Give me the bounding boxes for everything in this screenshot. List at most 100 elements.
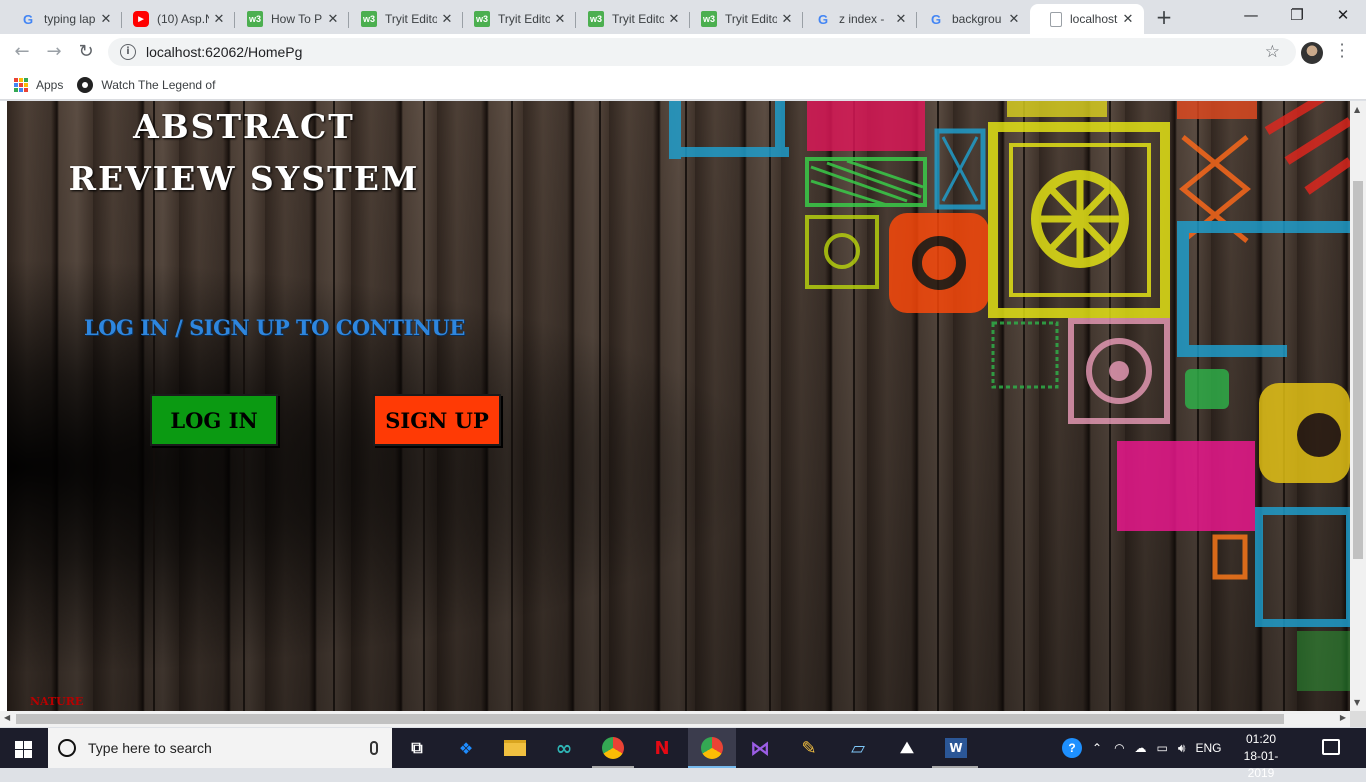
close-tab-icon[interactable]: ✕: [550, 11, 570, 27]
paint-icon[interactable]: ✎: [797, 736, 821, 760]
scroll-left-icon[interactable]: ◀: [4, 713, 10, 722]
clock-date: 18-01-2019: [1243, 749, 1279, 780]
w3schools-icon: w3: [588, 11, 604, 27]
scroll-up-icon[interactable]: ▲: [1354, 105, 1360, 114]
vertical-scroll-thumb[interactable]: [1353, 181, 1363, 559]
cortana-icon: [58, 739, 76, 757]
tab-title: (10) Asp.N: [157, 12, 209, 26]
address-bar[interactable]: i localhost:62062/HomePg ☆: [108, 38, 1296, 66]
bookmark-star-icon[interactable]: ☆: [1265, 42, 1280, 62]
tab-8[interactable]: G backgrou ✕: [908, 4, 1030, 34]
chrome-icon[interactable]: [700, 736, 724, 760]
close-tab-icon[interactable]: ✕: [209, 11, 229, 27]
notepad-icon[interactable]: ▱: [846, 736, 870, 760]
tab-title: How To P: [271, 12, 323, 26]
footer-text: NATURE: [30, 695, 84, 708]
cloud-icon[interactable]: ☁: [1135, 741, 1147, 755]
taskbar-search-placeholder: Type here to search: [88, 740, 212, 756]
word-icon[interactable]: W: [944, 736, 968, 760]
forward-button[interactable]: →: [42, 41, 66, 63]
chrome-icon[interactable]: [601, 736, 625, 760]
back-button[interactable]: ←: [10, 41, 34, 63]
reload-button[interactable]: ↻: [74, 41, 98, 63]
tab-7[interactable]: G z index - ✕: [795, 4, 917, 34]
bookmark-label: Watch The Legend of: [101, 77, 216, 92]
horizontal-scrollbar[interactable]: ◀ ▶: [0, 711, 1350, 727]
netflix-icon[interactable]: N: [650, 736, 674, 760]
microphone-icon[interactable]: [370, 741, 378, 755]
close-window-button[interactable]: ✕: [1320, 0, 1366, 32]
tab-title: Tryit Edito: [725, 12, 777, 26]
youtube-icon: ▶: [133, 11, 149, 27]
tab-2[interactable]: w3 How To P ✕: [227, 4, 349, 34]
minimize-button[interactable]: —: [1228, 0, 1274, 32]
reload-icon: ↻: [78, 41, 94, 62]
maximize-button[interactable]: ❐: [1274, 0, 1320, 32]
clock-time: 01:20: [1245, 732, 1277, 746]
google-icon: G: [930, 11, 942, 27]
visual-studio-icon[interactable]: ⋈: [748, 736, 772, 760]
w3schools-icon: w3: [361, 11, 377, 27]
tab-strip: G typing lap ✕ ▶ (10) Asp.N ✕ w3 How To …: [0, 0, 1366, 34]
signup-button[interactable]: SIGN UP: [373, 394, 501, 446]
scroll-down-icon[interactable]: ▼: [1354, 698, 1360, 707]
language-indicator[interactable]: ENG: [1195, 741, 1221, 755]
help-icon[interactable]: ?: [1062, 738, 1082, 758]
tab-title: Tryit Edito: [612, 12, 664, 26]
arduino-icon[interactable]: ∞: [552, 736, 576, 760]
tab-4[interactable]: w3 Tryit Edito ✕: [454, 4, 576, 34]
bookmark-label: Apps: [36, 77, 64, 92]
menu-kebab-icon[interactable]: · · ·: [1336, 37, 1348, 65]
photos-icon[interactable]: ⛰: [895, 736, 919, 760]
profile-avatar[interactable]: [1301, 42, 1323, 64]
login-prompt: LOG IN / SIGN UP TO CONTINUE: [84, 315, 465, 340]
bookmarks-bar: Apps Watch The Legend of: [0, 70, 1366, 100]
tab-title: Tryit Edito: [385, 12, 437, 26]
wood-background: ABSTRACT REVIEW SYSTEM LOG IN / SIGN UP …: [7, 101, 1350, 711]
arrow-right-icon: →: [46, 41, 62, 62]
horizontal-scroll-thumb[interactable]: [16, 714, 1284, 724]
w3schools-icon: w3: [701, 11, 717, 27]
url-text[interactable]: localhost:62062/HomePg: [146, 44, 302, 60]
page-title: ABSTRACT REVIEW SYSTEM: [68, 107, 420, 198]
file-explorer-icon[interactable]: [503, 736, 527, 760]
clock[interactable]: 01:20 18-01-2019: [1232, 731, 1290, 782]
close-tab-icon[interactable]: ✕: [1004, 11, 1024, 27]
bookmark-apps[interactable]: Apps: [14, 77, 64, 92]
task-view-icon[interactable]: ⧉: [405, 736, 429, 760]
taskbar-search[interactable]: Type here to search: [48, 728, 392, 768]
tab-6[interactable]: w3 Tryit Edito ✕: [681, 4, 803, 34]
login-button[interactable]: LOG IN: [150, 394, 278, 446]
close-tab-icon[interactable]: ✕: [323, 11, 343, 27]
chevron-up-icon[interactable]: ⌃: [1092, 741, 1102, 755]
tab-0[interactable]: G typing lap ✕: [0, 4, 122, 34]
tab-3[interactable]: w3 Tryit Edito ✕: [341, 4, 463, 34]
tab-1[interactable]: ▶ (10) Asp.N ✕: [113, 4, 235, 34]
scroll-right-icon[interactable]: ▶: [1340, 713, 1346, 722]
info-icon[interactable]: i: [120, 44, 136, 60]
bookmark-legend[interactable]: Watch The Legend of: [77, 76, 216, 93]
action-center-icon[interactable]: [1322, 739, 1340, 755]
tab-5[interactable]: w3 Tryit Edito ✕: [568, 4, 690, 34]
close-tab-icon[interactable]: ✕: [1118, 11, 1138, 27]
wifi-icon[interactable]: ◠: [1114, 741, 1124, 755]
w3schools-icon: w3: [474, 11, 490, 27]
windows-taskbar: Type here to search ⧉ ❖ ∞ N ⋈ ✎ ▱ ⛰ W ? …: [0, 728, 1366, 780]
dropbox-icon[interactable]: ❖: [454, 736, 478, 760]
arrow-left-icon: ←: [14, 41, 30, 62]
battery-icon[interactable]: ▭: [1157, 741, 1168, 755]
tab-9-active[interactable]: localhost ✕: [1030, 4, 1144, 34]
new-tab-button[interactable]: +: [1152, 6, 1176, 30]
google-icon: G: [817, 11, 829, 27]
tab-title: localhost: [1070, 12, 1118, 26]
volume-icon[interactable]: 🔊︎: [1178, 741, 1186, 756]
close-tab-icon[interactable]: ✕: [777, 11, 797, 27]
film-reel-icon: [77, 76, 94, 93]
system-tray: ? ⌃ ◠ ☁ ▭ 🔊︎ ENG: [1062, 728, 1221, 768]
start-button[interactable]: [0, 728, 48, 768]
google-icon: G: [22, 11, 34, 27]
tab-title: Tryit Edito: [498, 12, 550, 26]
vertical-scrollbar[interactable]: ▲ ▼: [1350, 101, 1366, 711]
apps-grid-icon: [14, 77, 28, 92]
browser-toolbar: ← → ↻ i localhost:62062/HomePg ☆ · · ·: [0, 34, 1366, 70]
